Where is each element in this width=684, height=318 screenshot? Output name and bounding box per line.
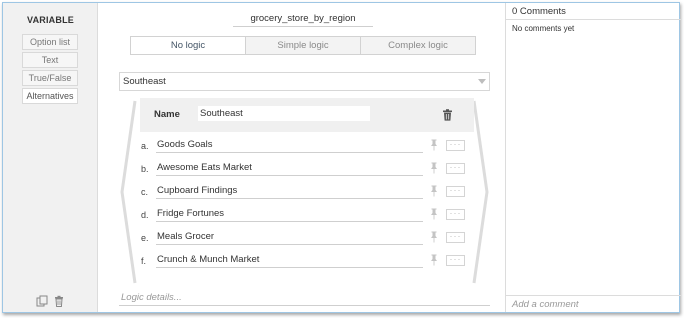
more-options-button[interactable]: ··· (446, 186, 465, 197)
alternative-letter: c. (141, 187, 149, 197)
list-item: a. Goods Goals ··· (135, 137, 465, 155)
more-options-button[interactable]: ··· (446, 255, 465, 266)
alternative-input[interactable]: Meals Grocer (156, 229, 423, 245)
pin-icon[interactable] (430, 208, 438, 220)
pin-icon[interactable] (430, 185, 438, 197)
trash-icon[interactable] (442, 109, 453, 121)
comments-header: 0 Comments (506, 3, 681, 20)
region-select-value: Southeast (123, 76, 166, 87)
alternative-letter: d. (141, 210, 149, 220)
alternative-letter: f. (141, 256, 147, 266)
more-options-button[interactable]: ··· (446, 232, 465, 243)
type-text-button[interactable]: Text (22, 52, 78, 68)
logic-details-input[interactable]: Logic details... (119, 290, 490, 306)
list-item: c. Cupboard Findings ··· (135, 183, 465, 201)
logic-tabs: No logic Simple logic Complex logic (130, 36, 476, 55)
no-comments-text: No comments yet (512, 24, 575, 33)
more-options-button[interactable]: ··· (446, 140, 465, 151)
sidebar-heading: VARIABLE (27, 15, 74, 25)
list-item: b. Awesome Eats Market ··· (135, 160, 465, 178)
group-name-input[interactable]: Southeast (197, 105, 371, 122)
alternative-letter: e. (141, 233, 149, 243)
tab-complex-logic[interactable]: Complex logic (360, 36, 476, 55)
more-options-button[interactable]: ··· (446, 163, 465, 174)
tab-simple-logic[interactable]: Simple logic (245, 36, 361, 55)
variable-sidebar: VARIABLE Option list Text True/False Alt… (3, 3, 98, 312)
list-item: d. Fridge Fortunes ··· (135, 206, 465, 224)
alternative-input[interactable]: Awesome Eats Market (156, 160, 423, 176)
region-select[interactable]: Southeast (119, 72, 490, 91)
type-option-list-button[interactable]: Option list (22, 34, 78, 50)
type-true-false-button[interactable]: True/False (22, 70, 78, 86)
group-header: Name Southeast (140, 98, 474, 132)
delete-variable-icon[interactable] (53, 295, 65, 307)
tab-no-logic[interactable]: No logic (130, 36, 246, 55)
type-alternatives-button[interactable]: Alternatives (22, 88, 78, 104)
variable-name-field[interactable]: grocery_store_by_region (233, 11, 373, 27)
alternative-input[interactable]: Crunch & Munch Market (156, 252, 423, 268)
alternative-input[interactable]: Cupboard Findings (156, 183, 423, 199)
alternative-input[interactable]: Goods Goals (156, 137, 423, 153)
alternative-letter: b. (141, 164, 149, 174)
pin-icon[interactable] (430, 162, 438, 174)
more-options-button[interactable]: ··· (446, 209, 465, 220)
group-name-label: Name (154, 109, 180, 120)
alternative-input[interactable]: Fridge Fortunes (156, 206, 423, 222)
pin-icon[interactable] (430, 231, 438, 243)
pin-icon[interactable] (430, 254, 438, 266)
logic-editor: grocery_store_by_region No logic Simple … (99, 3, 505, 312)
chevron-down-icon (478, 79, 486, 84)
alternative-letter: a. (141, 141, 149, 151)
list-item: f. Crunch & Munch Market ··· (135, 252, 465, 270)
chevron-right-icon[interactable] (472, 99, 490, 285)
pin-icon[interactable] (430, 139, 438, 151)
list-item: e. Meals Grocer ··· (135, 229, 465, 247)
copy-icon[interactable] (36, 295, 48, 307)
editor-window: VARIABLE Option list Text True/False Alt… (2, 2, 681, 313)
add-comment-input[interactable]: Add a comment (506, 295, 681, 312)
comments-panel: 0 Comments No comments yet Add a comment (505, 3, 681, 312)
